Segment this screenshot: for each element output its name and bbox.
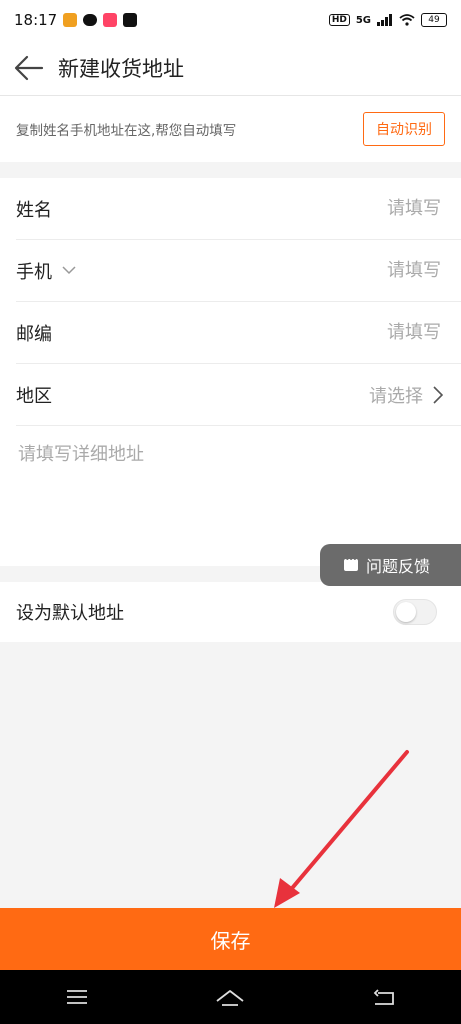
auto-recognize-button[interactable]: 自动识别 — [363, 112, 445, 146]
phone-input[interactable] — [279, 259, 443, 282]
hd-badge: HD — [328, 14, 350, 26]
phone-row: 手机 — [16, 240, 461, 302]
notification-app-icon — [63, 13, 78, 27]
detail-address-input[interactable] — [16, 438, 440, 552]
signal-icon — [377, 14, 392, 26]
back-nav-button[interactable] — [354, 970, 414, 1024]
paste-hint[interactable]: 复制姓名手机地址在这,帮您自动填写 — [16, 119, 236, 139]
home-icon — [216, 990, 245, 1006]
default-address-toggle[interactable] — [393, 599, 437, 625]
wifi-icon — [399, 14, 415, 26]
region-placeholder: 请选择 — [369, 385, 423, 407]
region-label-text: 地区 — [16, 385, 52, 407]
postcode-input[interactable] — [279, 321, 443, 344]
status-right: HD 5G 49 — [328, 13, 447, 27]
menu-nav-button[interactable] — [47, 970, 107, 1024]
region-label: 地区 — [16, 382, 52, 408]
battery-icon: 49 — [421, 13, 447, 27]
shopping-notification-icon — [103, 13, 118, 27]
region-select[interactable]: 请选择 — [369, 382, 443, 408]
name-row: 姓名 — [16, 178, 461, 240]
paste-bar: 复制姓名手机地址在这,帮您自动填写 自动识别 — [0, 96, 461, 162]
chevron-down-icon[interactable] — [62, 266, 76, 275]
home-nav-button[interactable] — [200, 970, 260, 1024]
back-icon — [373, 989, 395, 1005]
toggle-knob — [396, 602, 416, 622]
feedback-button[interactable]: 问题反馈 — [320, 544, 461, 586]
save-button[interactable]: 保存 — [0, 908, 461, 970]
default-address-row: 设为默认地址 — [0, 582, 461, 642]
chat-notification-icon — [83, 14, 98, 26]
title-bar: 新建收货地址 — [0, 40, 461, 96]
postcode-label-text: 邮编 — [16, 323, 52, 345]
region-row[interactable]: 地区 请选择 — [16, 364, 461, 426]
default-address-label: 设为默认地址 — [16, 603, 124, 624]
postcode-label: 邮编 — [16, 320, 52, 346]
status-left: 18:17 — [14, 11, 138, 29]
network-type: 5G — [355, 14, 371, 26]
status-time: 18:17 — [14, 11, 58, 29]
menu-icon — [66, 990, 87, 1004]
phone-label: 手机 — [16, 258, 76, 284]
name-label: 姓名 — [16, 196, 52, 222]
name-label-text: 姓名 — [16, 199, 52, 221]
tiktok-notification-icon — [123, 13, 138, 27]
name-input[interactable] — [279, 197, 443, 220]
chevron-right-icon — [433, 385, 443, 404]
page-title: 新建收货地址 — [58, 56, 184, 81]
status-bar: 18:17 HD 5G 49 — [0, 0, 461, 40]
feedback-label: 问题反馈 — [366, 557, 431, 576]
arrow-left-icon — [14, 55, 44, 80]
address-form: 姓名 手机 邮编 地区 请选择 — [0, 178, 461, 566]
back-button[interactable] — [0, 40, 58, 96]
message-icon — [344, 555, 358, 571]
phone-label-text: 手机 — [16, 261, 52, 283]
system-nav-bar — [0, 970, 461, 1024]
postcode-row: 邮编 — [16, 302, 461, 364]
